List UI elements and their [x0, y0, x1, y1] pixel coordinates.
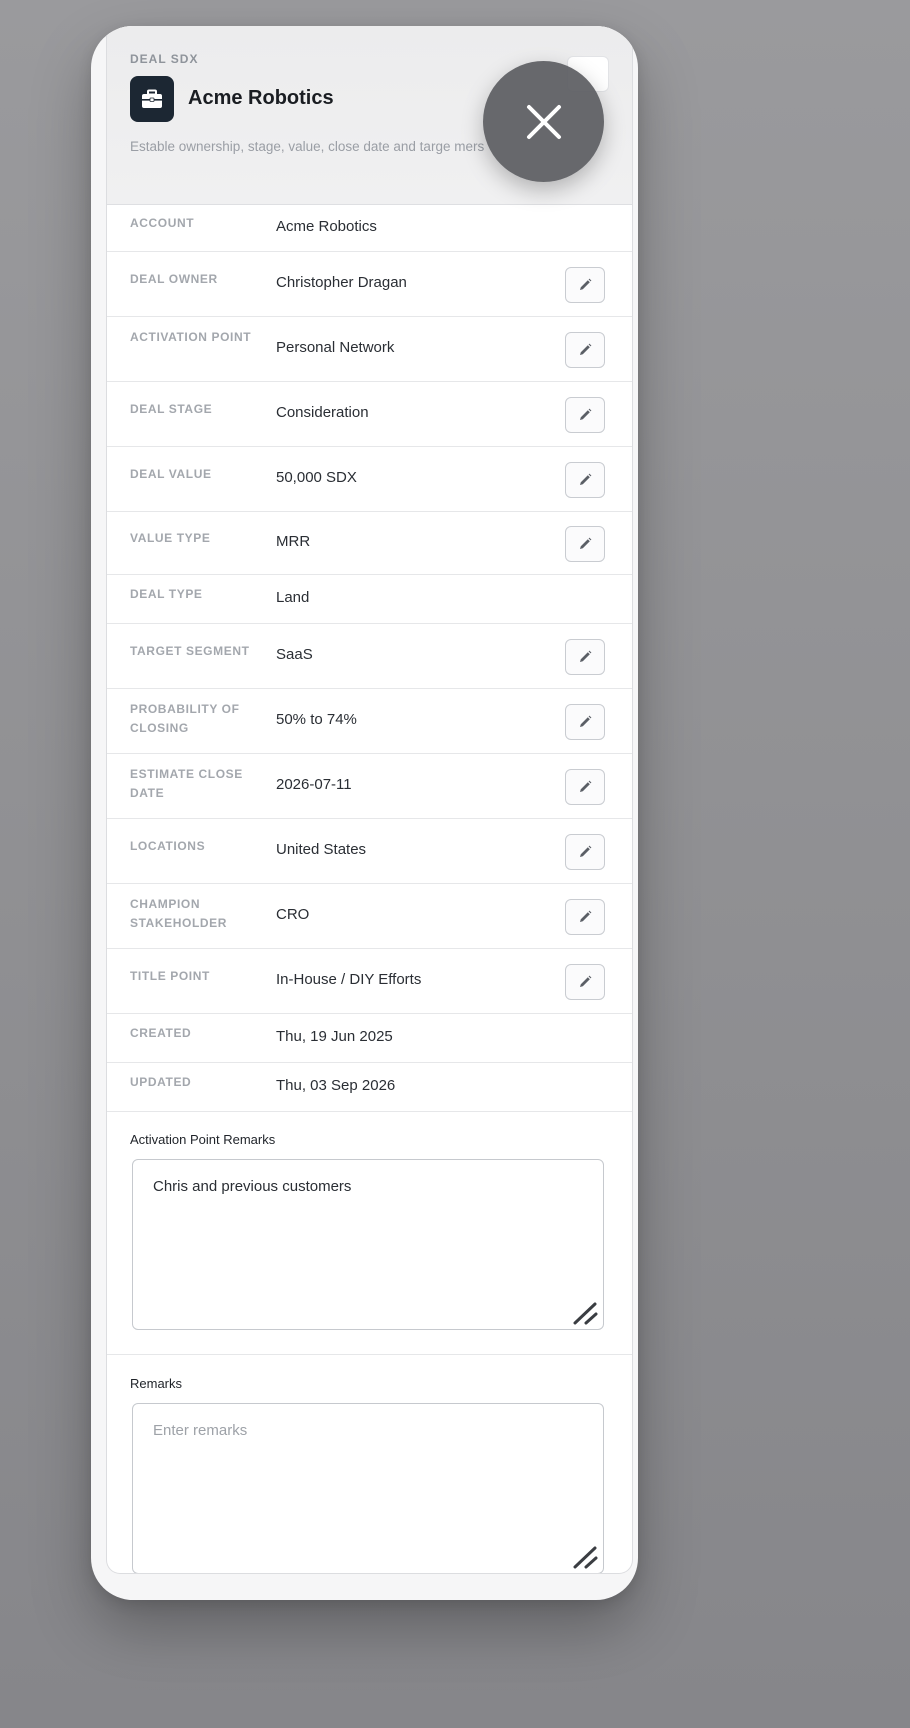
- field-label: ACTIVATION POINT: [130, 330, 252, 344]
- edit-button[interactable]: [565, 639, 605, 675]
- field-row: DEAL VALUE 50,000 SDX: [107, 447, 632, 512]
- edit-button[interactable]: [565, 462, 605, 498]
- field-value: United States: [276, 841, 367, 858]
- field-row: DEAL STAGE Consideration: [107, 382, 632, 447]
- edit-button[interactable]: [565, 526, 605, 562]
- edit-button[interactable]: [565, 704, 605, 740]
- field-value: Thu, 03 Sep 2026: [276, 1077, 396, 1094]
- header-description: Estable ownership, stage, value, close d…: [130, 139, 485, 154]
- field-row: DEAL OWNER Christopher Dragan: [107, 252, 632, 317]
- field-label: UPDATED: [130, 1075, 192, 1089]
- field-value: SaaS: [276, 646, 313, 663]
- pencil-icon: [580, 910, 592, 922]
- edit-button[interactable]: [565, 834, 605, 870]
- modal-sheet: DEAL SDX Acme Robotics Estable ownership…: [91, 26, 638, 1600]
- activation-remarks-section: Activation Point Remarks Chris and previ…: [107, 1112, 632, 1355]
- pencil-icon: [580, 343, 592, 355]
- edit-button[interactable]: [565, 332, 605, 368]
- field-row: ACCOUNT Acme Robotics: [107, 205, 632, 252]
- field-row: ACTIVATION POINT Personal Network: [107, 317, 632, 382]
- edit-button[interactable]: [565, 964, 605, 1000]
- field-label: DEAL STAGE: [130, 402, 213, 416]
- field-value: Thu, 19 Jun 2025: [276, 1028, 393, 1045]
- pencil-icon: [580, 650, 592, 662]
- field-row: LOCATIONS United States: [107, 819, 632, 884]
- field-label: CHAMPION STAKEHOLDER: [130, 897, 228, 930]
- field-label: VALUE TYPE: [130, 531, 211, 545]
- close-icon: [526, 104, 561, 139]
- field-value: 50,000 SDX: [276, 469, 357, 486]
- field-label: ESTIMATE CLOSE DATE: [130, 767, 243, 800]
- activation-remarks-label: Activation Point Remarks: [130, 1132, 276, 1147]
- field-row: CREATED Thu, 19 Jun 2025: [107, 1014, 632, 1063]
- pencil-icon: [580, 473, 592, 485]
- deal-details-card: DEAL SDX Acme Robotics Estable ownership…: [106, 26, 633, 1574]
- field-label: DEAL OWNER: [130, 272, 218, 286]
- field-value: Personal Network: [276, 339, 395, 356]
- resize-handle-icon[interactable]: [572, 1544, 600, 1570]
- pencil-icon: [580, 537, 592, 549]
- field-label: DEAL VALUE: [130, 467, 212, 481]
- field-value: Consideration: [276, 404, 369, 421]
- field-row: DEAL TYPE Land: [107, 575, 632, 624]
- edit-button[interactable]: [565, 267, 605, 303]
- account-title: Acme Robotics: [188, 87, 334, 109]
- field-value: 50% to 74%: [276, 711, 357, 728]
- pencil-icon: [580, 715, 592, 727]
- close-button[interactable]: [483, 61, 604, 182]
- field-value: Acme Robotics: [276, 218, 377, 235]
- pencil-icon: [580, 845, 592, 857]
- field-label: TITLE POINT: [130, 969, 210, 983]
- briefcase-icon: [130, 76, 174, 122]
- remarks-textarea[interactable]: [132, 1403, 604, 1573]
- field-label: CREATED: [130, 1026, 192, 1040]
- field-value: Christopher Dragan: [276, 274, 407, 291]
- resize-handle-icon[interactable]: [572, 1300, 600, 1326]
- edit-button[interactable]: [565, 769, 605, 805]
- field-row: VALUE TYPE MRR: [107, 512, 632, 575]
- pencil-icon: [580, 408, 592, 420]
- edit-button[interactable]: [565, 397, 605, 433]
- deal-eyebrow: DEAL SDX: [130, 52, 199, 66]
- field-row: UPDATED Thu, 03 Sep 2026: [107, 1063, 632, 1112]
- field-value: In-House / DIY Efforts: [276, 971, 422, 988]
- pencil-icon: [580, 975, 592, 987]
- field-value: 2026-07-11: [276, 776, 352, 793]
- field-row: CHAMPION STAKEHOLDER CRO: [107, 884, 632, 949]
- field-value: CRO: [276, 906, 310, 923]
- edit-button[interactable]: [565, 899, 605, 935]
- field-row: ESTIMATE CLOSE DATE 2026-07-11: [107, 754, 632, 819]
- pencil-icon: [580, 780, 592, 792]
- field-label: LOCATIONS: [130, 839, 206, 853]
- field-label: PROBABILITY OF CLOSING: [130, 702, 240, 735]
- pencil-icon: [580, 278, 592, 290]
- field-label: TARGET SEGMENT: [130, 644, 250, 658]
- remarks-section: Remarks: [107, 1355, 632, 1573]
- field-row: TITLE POINT In-House / DIY Efforts: [107, 949, 632, 1014]
- field-row: TARGET SEGMENT SaaS: [107, 624, 632, 689]
- field-value: Land: [276, 589, 310, 606]
- field-row: PROBABILITY OF CLOSING 50% to 74%: [107, 689, 632, 754]
- field-label: DEAL TYPE: [130, 587, 203, 601]
- field-value: MRR: [276, 533, 311, 550]
- deal-fields-list: ACCOUNT Acme Robotics DEAL OWNER Christophe…: [107, 205, 632, 1112]
- field-label: ACCOUNT: [130, 216, 195, 230]
- remarks-label: Remarks: [130, 1376, 183, 1391]
- activation-remarks-textarea[interactable]: Chris and previous customers: [132, 1159, 604, 1330]
